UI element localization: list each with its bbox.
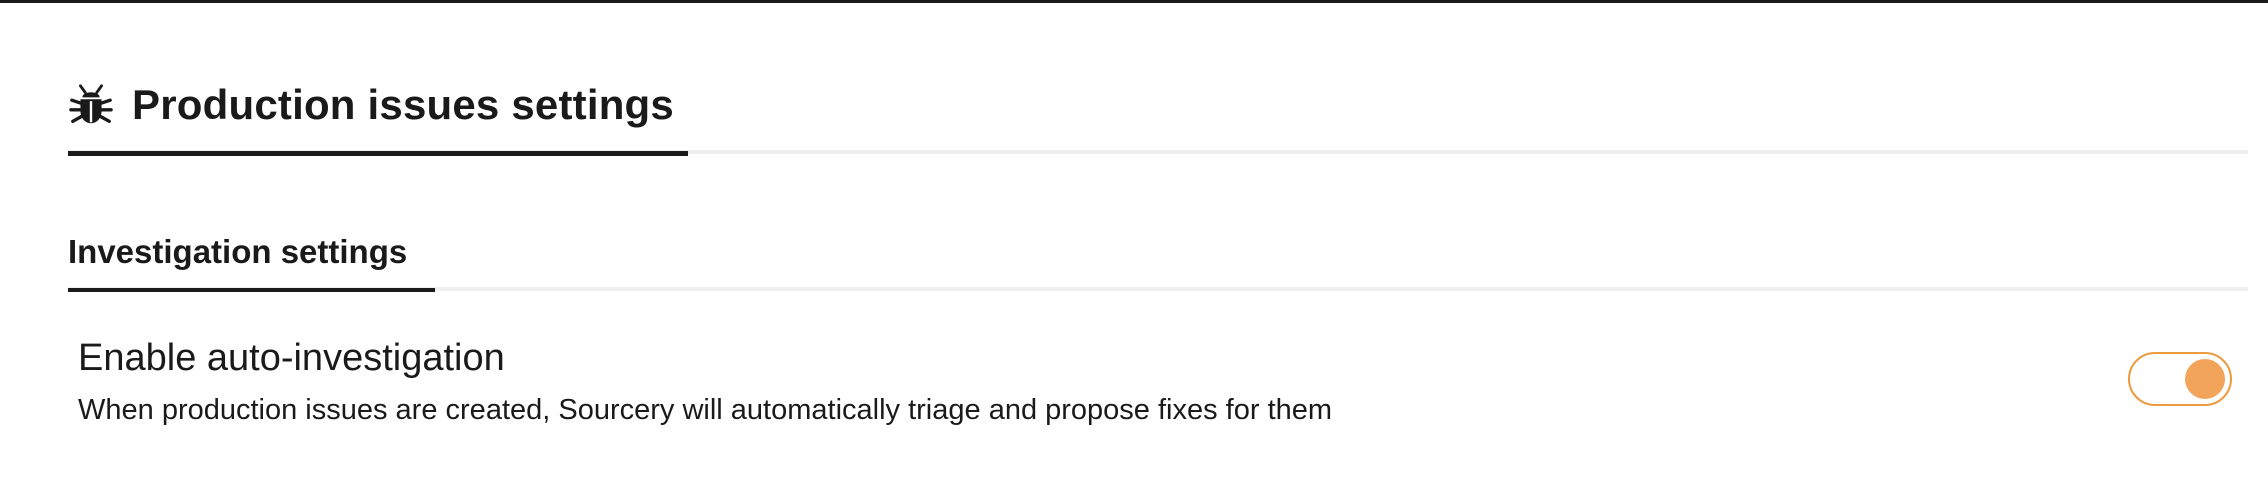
subsection-tab: Investigation settings: [68, 226, 435, 292]
auto-investigation-setting: Enable auto-investigation When productio…: [78, 328, 2248, 448]
section-title: Production issues settings: [132, 81, 674, 128]
auto-investigation-toggle[interactable]: [2128, 352, 2232, 406]
section-tab-underline: [68, 151, 688, 156]
subsection-header: Investigation settings: [68, 226, 2248, 292]
bug-icon: [69, 84, 113, 124]
top-border: [0, 0, 2268, 3]
subsection-title: Investigation settings: [68, 233, 408, 270]
section-header: Production issues settings: [68, 72, 2248, 158]
subsection-tab-underline: [68, 288, 435, 292]
setting-description: When production issues are created, Sour…: [78, 394, 1333, 426]
setting-title: Enable auto-investigation: [78, 337, 505, 379]
section-tab: Production issues settings: [68, 72, 688, 158]
settings-page: Production issues settings Investigation…: [0, 0, 2268, 502]
toggle-knob: [2185, 359, 2225, 399]
